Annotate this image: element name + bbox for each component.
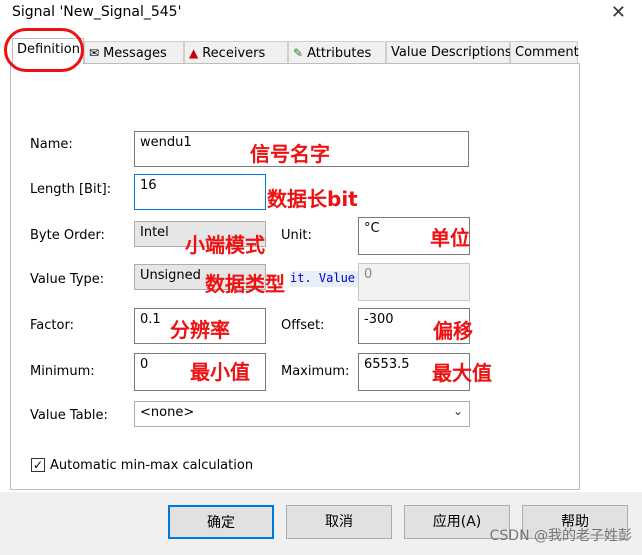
- annotation-minimum: 最小值: [190, 360, 250, 384]
- annotation-value-type: 数据类型: [205, 272, 285, 296]
- ok-button[interactable]: 确定: [168, 505, 274, 539]
- annotation-offset: 偏移: [433, 319, 473, 343]
- tab-comment[interactable]: Comment: [510, 41, 579, 63]
- title-bar: Signal 'New_Signal_545' ✕: [0, 0, 642, 30]
- init-value-input[interactable]: 0: [358, 263, 470, 301]
- annotation-length: 数据长bit: [267, 187, 358, 211]
- byte-order-label: Byte Order:: [30, 228, 105, 243]
- unit-label: Unit:: [281, 228, 312, 243]
- watermark: CSDN @我的老子姓彭: [489, 528, 632, 544]
- init-value-hidden-label: it. Value: [290, 271, 358, 287]
- cancel-button[interactable]: 取消: [286, 505, 392, 539]
- tab-definition[interactable]: Definition: [12, 38, 84, 64]
- value-type-label: Value Type:: [30, 272, 105, 287]
- annotation-unit: 单位: [430, 226, 470, 250]
- annotation-name: 信号名字: [250, 142, 330, 166]
- tab-bar: Definition ✉ Messages ▲ Receivers ✎ Attribu…: [0, 38, 642, 64]
- tab-attributes[interactable]: ✎ Attributes: [288, 41, 386, 63]
- receiver-icon: ▲: [189, 46, 199, 60]
- value-table-label: Value Table:: [30, 408, 108, 423]
- window-title: Signal 'New_Signal_545': [12, 4, 182, 20]
- value-table-value: <none>: [140, 405, 195, 420]
- tab-label: Receivers: [202, 46, 266, 61]
- chevron-down-icon: ⌄: [452, 404, 463, 418]
- annotation-factor: 分辨率: [170, 318, 230, 342]
- tab-label: Messages: [103, 46, 167, 61]
- tab-messages[interactable]: ✉ Messages: [84, 41, 184, 63]
- name-label: Name:: [30, 137, 73, 152]
- value-table-select[interactable]: <none> ⌄: [134, 401, 470, 427]
- factor-label: Factor:: [30, 318, 74, 333]
- minimum-label: Minimum:: [30, 364, 95, 379]
- length-label: Length [Bit]:: [30, 182, 112, 197]
- annotation-byte-order: 小端模式: [185, 233, 265, 257]
- tab-label: Definition: [17, 42, 80, 57]
- pencil-icon: ✎: [293, 46, 304, 60]
- auto-minmax-label: Automatic min-max calculation: [50, 458, 254, 473]
- tab-label: Comment: [515, 45, 579, 60]
- tab-value-descriptions[interactable]: Value Descriptions: [386, 41, 512, 63]
- maximum-label: Maximum:: [281, 364, 350, 379]
- tab-receivers[interactable]: ▲ Receivers: [184, 41, 288, 63]
- envelope-icon: ✉: [89, 46, 100, 60]
- offset-label: Offset:: [281, 318, 325, 333]
- tab-label: Attributes: [307, 46, 372, 61]
- length-input[interactable]: 16: [134, 174, 266, 210]
- auto-minmax-checkbox[interactable]: ✓: [31, 458, 45, 472]
- annotation-maximum: 最大值: [432, 361, 492, 385]
- tab-label: Value Descriptions: [391, 45, 512, 60]
- close-icon[interactable]: ✕: [611, 2, 626, 23]
